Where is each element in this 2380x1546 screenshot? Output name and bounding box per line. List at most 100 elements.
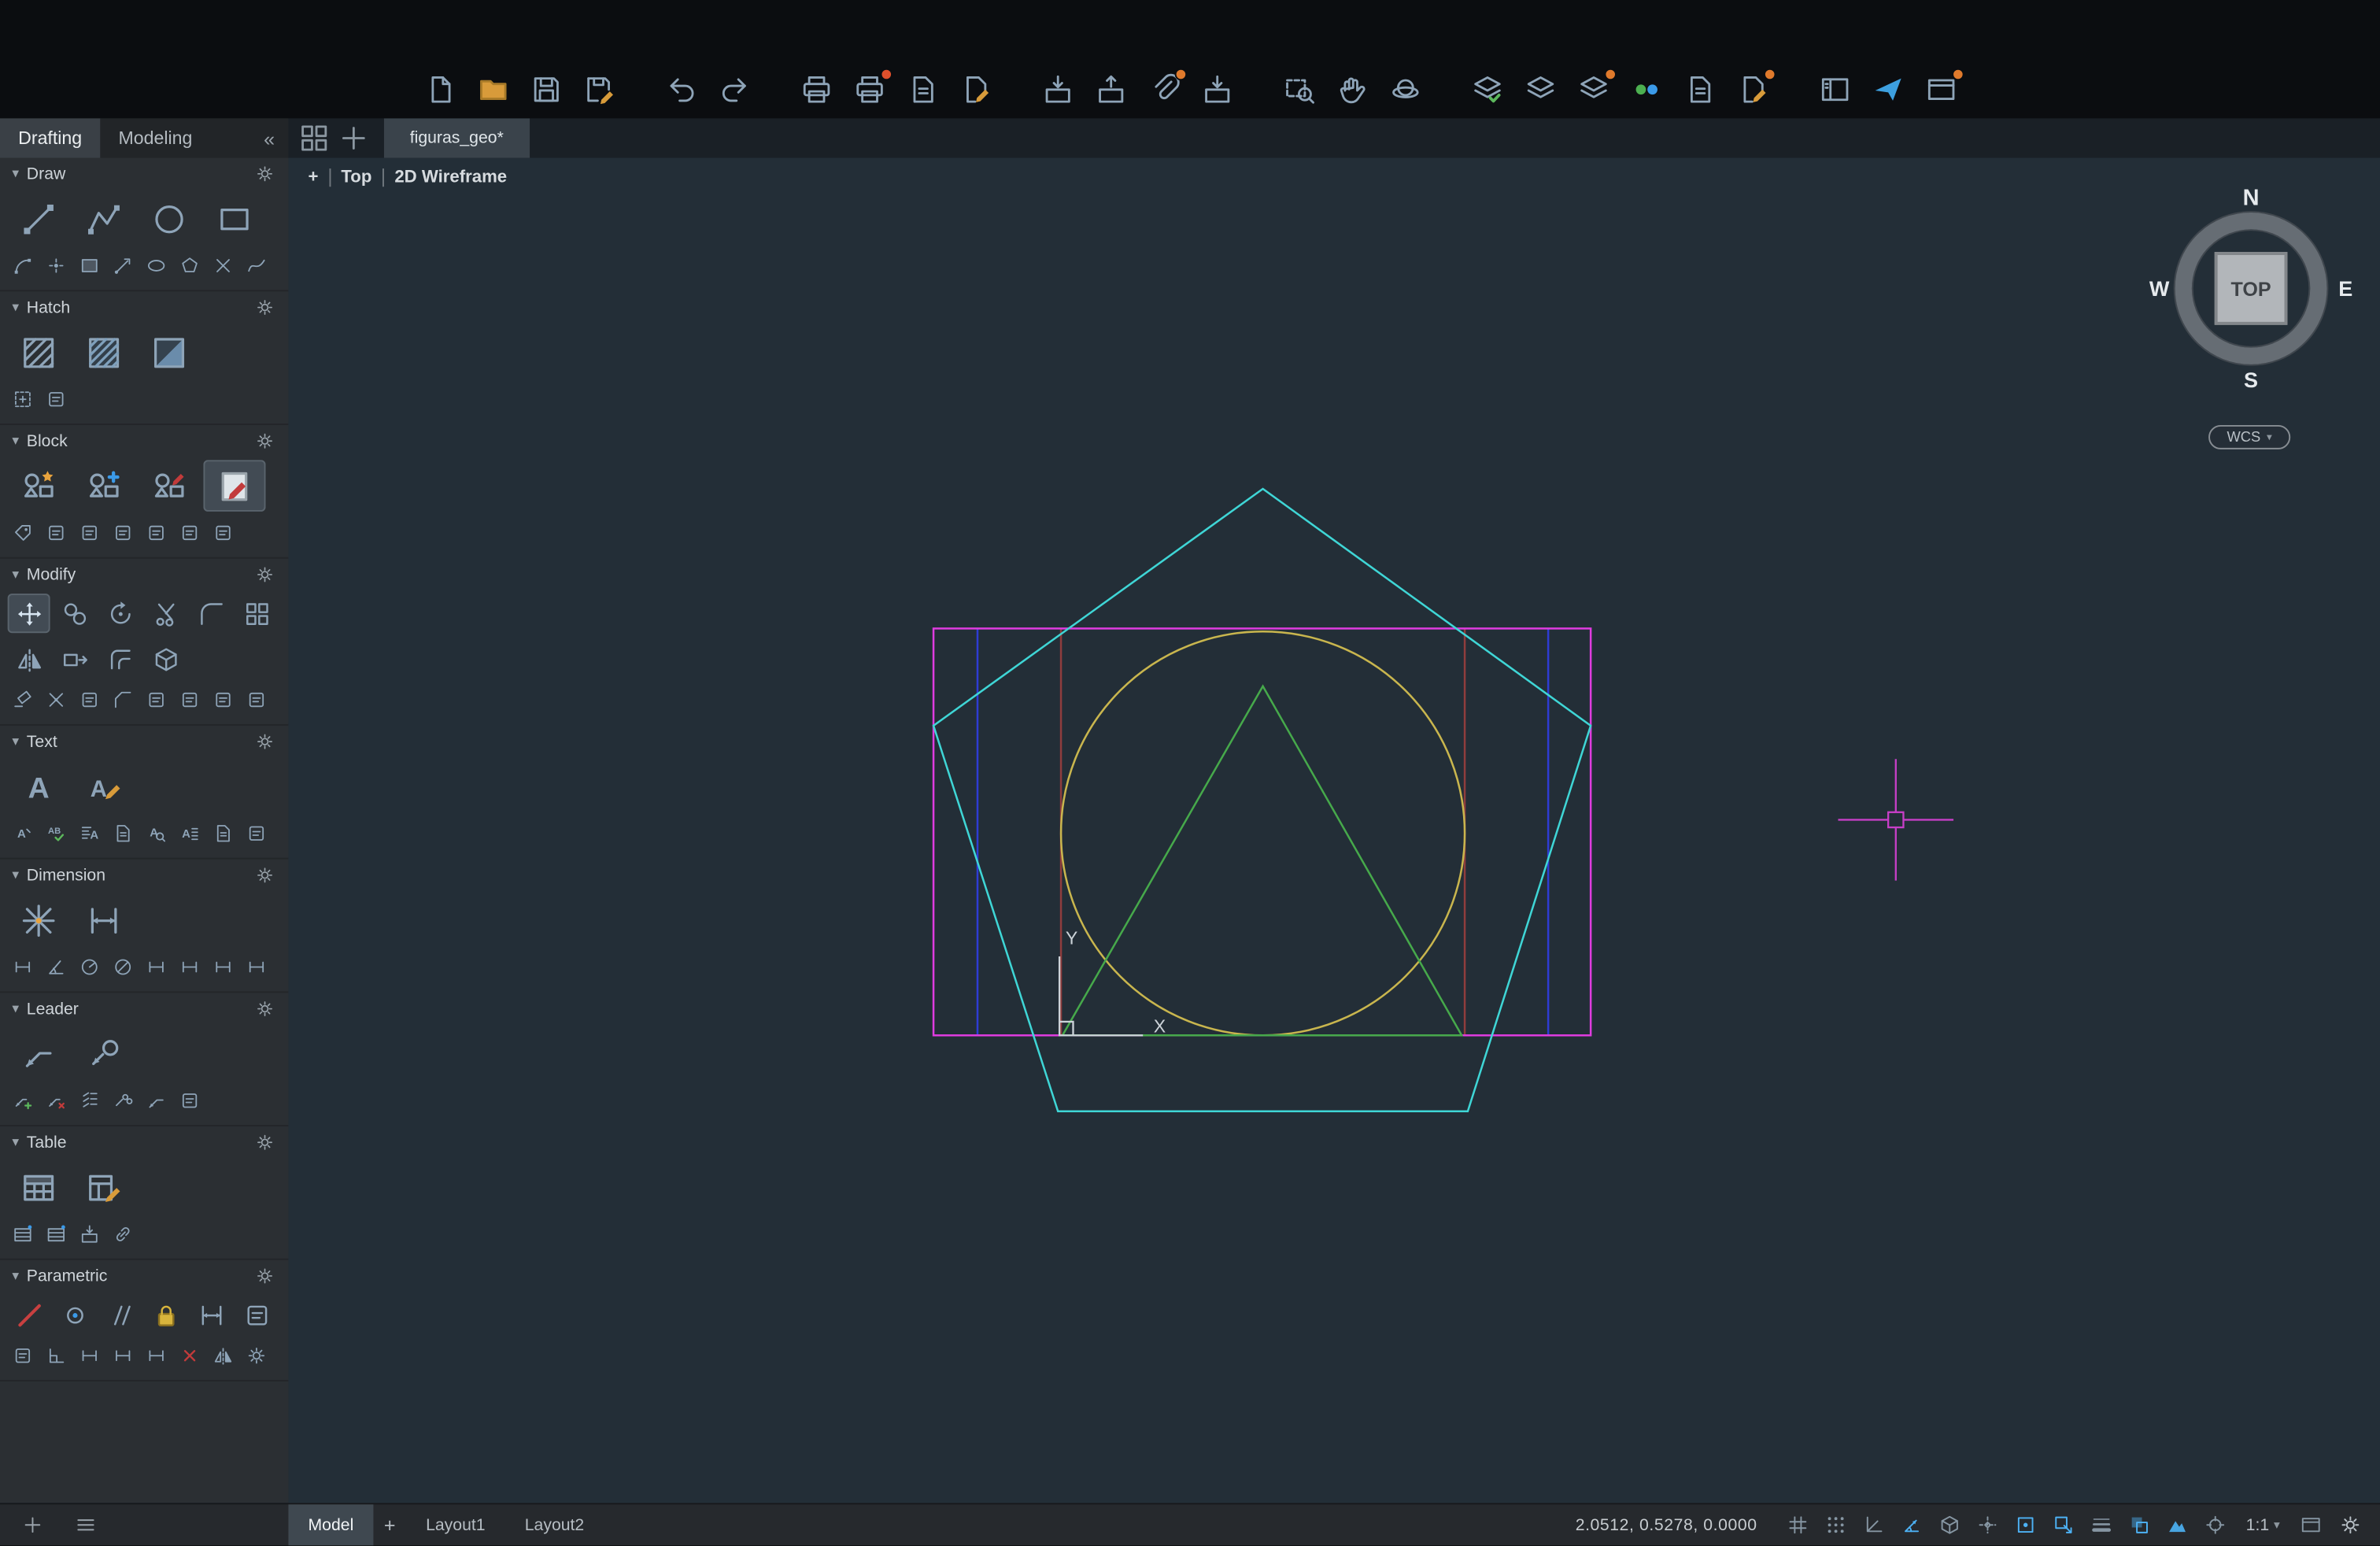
import-text-icon[interactable] [108, 818, 139, 847]
magenta-rectangle[interactable] [933, 628, 1591, 1035]
dim-smart-icon[interactable] [8, 894, 70, 946]
transparency-icon[interactable] [2124, 1511, 2153, 1539]
export-pdf-icon[interactable] [208, 818, 238, 847]
fillet-icon[interactable] [190, 594, 232, 633]
point-icon[interactable] [41, 250, 72, 279]
divide-icon[interactable] [242, 685, 272, 714]
horizontal-constraint-icon[interactable] [74, 1341, 105, 1370]
section-header-hatch[interactable]: ▾Hatch [0, 291, 288, 323]
attach-reference-icon[interactable] [1145, 72, 1181, 108]
linear-constraint-icon[interactable] [190, 1295, 232, 1334]
rotate-icon[interactable] [98, 594, 141, 633]
export-layout-icon[interactable] [1199, 72, 1235, 108]
model-tab[interactable]: Model [288, 1504, 373, 1545]
rectangle-icon[interactable] [203, 193, 265, 245]
table-icon[interactable] [8, 1161, 70, 1213]
explode-icon[interactable] [41, 685, 72, 714]
view-cube[interactable]: TOP N S W E [2153, 190, 2350, 387]
snap-mode-icon[interactable] [1821, 1511, 1850, 1539]
dim-break-icon[interactable] [208, 952, 238, 981]
print-batch-icon[interactable] [851, 72, 887, 108]
model-space-viewport[interactable]: YX + Top 2D Wireframe TOP N S W E [288, 158, 2380, 1503]
remove-leader-icon[interactable] [41, 1086, 72, 1115]
circle-icon[interactable] [138, 193, 200, 245]
hatch-pattern-icon[interactable] [8, 327, 70, 379]
chevron-down-icon[interactable]: ▾ [12, 299, 19, 316]
join-icon[interactable] [74, 685, 105, 714]
insert-block-icon[interactable] [8, 460, 70, 512]
attribute-display-icon[interactable] [74, 518, 105, 547]
panel-settings-icon[interactable] [253, 1264, 276, 1287]
lock-constraint-icon[interactable] [144, 1295, 187, 1334]
dim-baseline-icon[interactable] [141, 952, 172, 981]
tab-layout1[interactable]: Layout1 [406, 1504, 505, 1545]
collapse-panel-button[interactable]: « [250, 118, 289, 157]
boundary-icon[interactable] [8, 384, 39, 413]
open-folder-icon[interactable] [475, 72, 511, 108]
drawing-window-icon[interactable] [1923, 72, 1959, 108]
insert-row-icon[interactable] [8, 1219, 39, 1248]
panel-settings-icon[interactable] [253, 563, 276, 586]
line-icon[interactable] [8, 193, 70, 245]
model-space-canvas[interactable]: YX [288, 158, 2380, 1503]
geometric-constraints-icon[interactable] [8, 1295, 50, 1334]
panel-settings-icon[interactable] [253, 997, 276, 1020]
add-item-icon[interactable] [18, 1511, 47, 1539]
ray-icon[interactable] [108, 250, 139, 279]
break-icon[interactable] [141, 685, 172, 714]
view-cube-face-top[interactable]: TOP [2215, 252, 2288, 325]
spline-icon[interactable] [242, 250, 272, 279]
section-header-text[interactable]: ▾Text [0, 726, 288, 758]
chevron-down-icon[interactable]: ▾ [12, 165, 19, 182]
viewport-view-button[interactable]: Top [341, 168, 371, 187]
show-constraints-icon[interactable] [235, 1295, 278, 1334]
chevron-down-icon[interactable]: ▾ [12, 733, 19, 749]
text-style-icon[interactable]: A [74, 818, 105, 847]
chevron-down-icon[interactable]: ▾ [12, 566, 19, 583]
layer-state-icon[interactable] [1469, 72, 1505, 108]
define-attribute-icon[interactable] [8, 518, 39, 547]
multileader-style-icon[interactable] [73, 1028, 135, 1080]
new-file-icon[interactable] [421, 72, 457, 108]
export-table-icon[interactable] [74, 1219, 105, 1248]
dim-diameter-icon[interactable] [108, 952, 139, 981]
erase-icon[interactable] [8, 685, 39, 714]
write-block-icon[interactable] [138, 460, 200, 512]
layer-new-icon[interactable] [1575, 72, 1611, 108]
section-header-leader[interactable]: ▾Leader [0, 993, 288, 1025]
viewport-menu-button[interactable]: + [308, 168, 318, 187]
grid-display-icon[interactable] [1783, 1511, 1812, 1539]
tab-modeling[interactable]: Modeling [100, 118, 210, 157]
arc-icon[interactable] [8, 250, 39, 279]
file-tab-figuras-geo[interactable]: figuras_geo* [384, 118, 530, 157]
viewport-visual-style-button[interactable]: 2D Wireframe [394, 168, 507, 187]
wcs-dropdown[interactable]: WCS ▾ [2208, 425, 2290, 449]
panel-settings-icon[interactable] [253, 1131, 276, 1154]
hatch-edit-icon[interactable] [41, 384, 72, 413]
view-cube-south[interactable]: S [2244, 368, 2258, 392]
ellipse-icon[interactable] [141, 250, 172, 279]
view-cube-west[interactable]: W [2149, 276, 2169, 301]
parallel-constraint-icon[interactable] [98, 1295, 141, 1334]
constraint-settings-icon[interactable] [242, 1341, 272, 1370]
yellow-circle[interactable] [1061, 631, 1465, 1035]
chevron-down-icon[interactable]: ▾ [12, 1134, 19, 1151]
mtext-icon[interactable]: A [8, 760, 70, 812]
chevron-down-icon[interactable]: ▾ [12, 1000, 19, 1017]
lineweight-icon[interactable] [2086, 1511, 2116, 1539]
table-edit-icon[interactable] [73, 1161, 135, 1213]
isometric-drafting-icon[interactable] [1935, 1511, 1964, 1539]
edit-attribute-icon[interactable] [141, 518, 172, 547]
dim-continue-icon[interactable] [175, 952, 205, 981]
print-icon[interactable] [797, 72, 833, 108]
chevron-down-icon[interactable]: ▾ [12, 433, 19, 449]
hatch-solid-icon[interactable] [73, 327, 135, 379]
view-cube-east[interactable]: E [2338, 276, 2352, 301]
perpendicular-constraint-icon[interactable] [41, 1341, 72, 1370]
coordinates-display[interactable]: 2.0512, 0.5278, 0.0000 [1576, 1516, 1757, 1534]
customization-icon[interactable] [2336, 1511, 2365, 1539]
section-header-block[interactable]: ▾Block [0, 425, 288, 457]
dimensional-constraint-icon[interactable] [141, 1341, 172, 1370]
dim-radius-icon[interactable] [74, 952, 105, 981]
multileader-icon[interactable] [8, 1028, 70, 1080]
